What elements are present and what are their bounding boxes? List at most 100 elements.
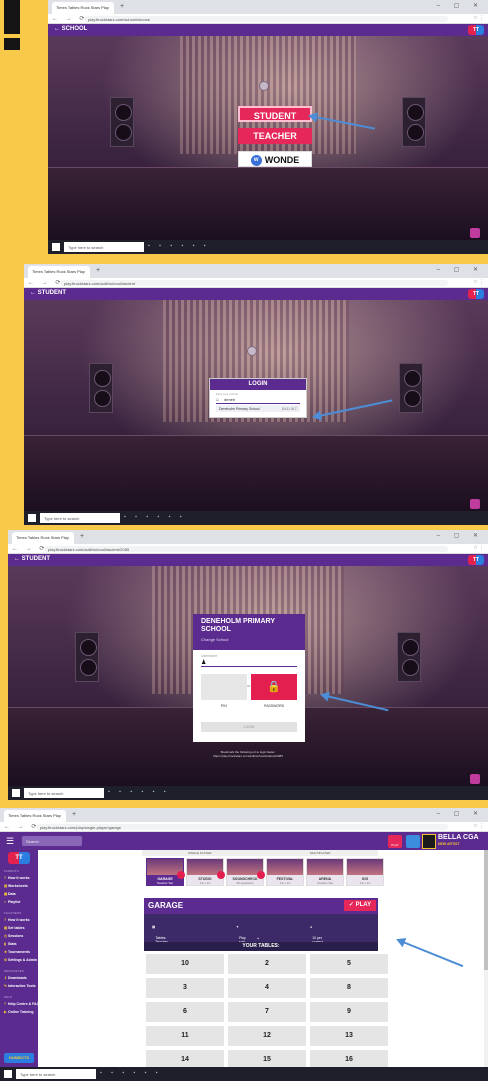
teacher-button[interactable]: TEACHER (238, 128, 312, 144)
table-cell[interactable]: 9 (310, 1002, 388, 1022)
taskbar-apps-icon[interactable]: ▪ ▪ ▪ ▪ ▪ ▪ (148, 243, 210, 249)
back-to-school-button[interactable]: ← SCHOOL (54, 26, 87, 32)
password-option[interactable]: 🔒 (251, 674, 297, 700)
play-gift-button[interactable]: PLAY (388, 835, 402, 848)
browser-tab[interactable]: Times Tables Rock Stars Play (52, 2, 114, 14)
numbots-badge[interactable]: NUMBOTS (4, 1053, 34, 1063)
table-cell[interactable]: 6 (146, 1002, 224, 1022)
pin-option[interactable] (201, 674, 247, 700)
venue-soundcheck[interactable]: SOUNDCHECK 25 questions (226, 858, 265, 886)
hamburger-menu-icon[interactable]: ☰ (6, 836, 14, 847)
bookmark-url[interactable]: https://play.ttrockstars.com/auth/school… (208, 754, 288, 758)
sidebar-item-downloads[interactable]: ⇩Downloads (4, 976, 27, 980)
taskbar-search[interactable]: Type here to search (64, 242, 144, 252)
browser-tab[interactable]: Times Tables Rock Stars Play (4, 810, 66, 822)
table-cell[interactable]: 4 (228, 978, 306, 998)
browser-menu-icon[interactable]: ☆ ⋮ (473, 823, 484, 829)
address-bar[interactable]: play.ttrockstars.com/school/choose (84, 16, 448, 22)
window-controls[interactable]: – ▢ ✕ (437, 266, 484, 273)
windows-start-icon[interactable] (12, 789, 20, 797)
table-cell[interactable]: 2 (228, 954, 306, 974)
corner-icon[interactable] (470, 774, 480, 784)
nav-arrows-icon[interactable]: ← → ⟳ (12, 545, 47, 552)
sidebar-item-settings-admin[interactable]: ⚙Settings & Admin (4, 958, 37, 962)
new-tab-icon[interactable]: + (120, 3, 124, 10)
venue-arena[interactable]: ARENA Teacher Set (306, 858, 344, 886)
edit-icon[interactable] (177, 871, 185, 879)
rockstar-avatar[interactable] (422, 834, 436, 849)
table-cell[interactable]: 10 (146, 954, 224, 974)
browser-menu-icon[interactable]: ☆ ⋮ (473, 15, 484, 21)
sidebar-item-interactive-tools[interactable]: ✎Interactive Tools (4, 984, 36, 988)
window-controls[interactable]: – ▢ ✕ (437, 532, 484, 539)
tables-option[interactable]: ▦ Tables: Teacher Set (152, 925, 168, 948)
venue-studio[interactable]: STUDIO 12 × 12 (186, 858, 225, 886)
school-suggestion[interactable]: Deneholm Primary School DA11 8LT (216, 405, 300, 412)
table-cell[interactable]: 8 (310, 978, 388, 998)
table-cell[interactable]: 7 (228, 1002, 306, 1022)
address-bar[interactable]: play.ttrockstars.com/auth/school/student (60, 280, 448, 286)
nav-arrows-icon[interactable]: ← → ⟳ (4, 823, 39, 830)
change-school-link[interactable]: Change School (201, 637, 297, 642)
corner-icon[interactable] (470, 228, 480, 238)
taskbar-search[interactable]: Type here to search (40, 513, 120, 523)
taskbar-search[interactable]: Type here to search (24, 788, 104, 798)
login-button[interactable]: LOGIN (201, 722, 297, 732)
table-cell[interactable]: 5 (310, 954, 388, 974)
search-input[interactable]: Search (22, 836, 82, 846)
browser-menu-icon[interactable]: ☆ ⋮ (473, 545, 484, 551)
window-controls[interactable]: – ▢ ✕ (437, 2, 484, 9)
sidebar-item-online-training[interactable]: ▶Online Training (4, 1010, 33, 1014)
sidebar-item-set-tables[interactable]: ▤Set tables (4, 926, 25, 930)
sidebar-item-sessions[interactable]: ◷Sessions (4, 934, 23, 938)
taskbar-apps-icon[interactable]: ▪ ▪ ▪ ▪ ▪ ▪ (124, 514, 186, 520)
scrollbar[interactable] (484, 850, 488, 1067)
nav-arrows-icon[interactable]: ← → ⟳ (28, 279, 63, 286)
taskbar-search[interactable]: Type here to search (16, 1069, 96, 1079)
corner-icon[interactable] (470, 499, 480, 509)
sidebar-item-tournaments[interactable]: ★Tournaments (4, 950, 30, 954)
windows-start-icon[interactable] (52, 243, 60, 251)
taskbar-apps-icon[interactable]: ▪ ▪ ▪ ▪ ▪ ▪ (108, 789, 170, 795)
window-controls[interactable]: – ▢ ✕ (437, 810, 484, 817)
wonde-button[interactable]: w WONDE (238, 151, 312, 167)
table-cell[interactable]: 11 (146, 1026, 224, 1046)
school-search-input[interactable]: ⌂ deneh (216, 397, 300, 404)
taskbar-apps-icon[interactable]: ▪ ▪ ▪ ▪ ▪ ▪ (100, 1070, 162, 1076)
address-bar[interactable]: play.ttrockstars.com/play/single-player/… (36, 824, 448, 830)
new-tab-icon[interactable]: + (72, 811, 76, 818)
venue-festival[interactable]: FESTIVAL 12 × 12 (266, 858, 304, 886)
nav-arrows-icon[interactable]: ← → ⟳ (52, 15, 87, 22)
table-cell[interactable]: 12 (228, 1026, 306, 1046)
address-bar[interactable]: play.ttrockstars.com/auth/school/student… (44, 546, 448, 552)
browser-tab[interactable]: Times Tables Rock Stars Play (12, 532, 74, 544)
browser-menu-icon[interactable]: ☆ ⋮ (473, 279, 484, 285)
table-cell[interactable]: 13 (310, 1026, 388, 1046)
sidebar-item-playlist[interactable]: ≡ Playlist (4, 900, 20, 904)
new-tab-icon[interactable]: + (80, 533, 84, 540)
sidebar-item-data[interactable]: ▦Data (4, 892, 16, 896)
edit-icon[interactable] (257, 871, 265, 879)
username-field[interactable]: ♟ (201, 659, 297, 667)
table-cell[interactable]: 3 (146, 978, 224, 998)
windows-start-icon[interactable] (28, 514, 36, 522)
play-button[interactable]: ✓ PLAY (344, 900, 376, 911)
browser-tab[interactable]: Times Tables Rock Stars Play (28, 266, 90, 278)
avatar-icon[interactable] (406, 835, 420, 848)
sidebar-item-how-it-works-teachers[interactable]: ? How it works (4, 918, 30, 922)
expand-chevron-icon[interactable]: ⌄ (256, 935, 260, 941)
back-to-student-button[interactable]: ← STUDENT (30, 290, 66, 296)
sidebar-item-stats[interactable]: ▮ Stats (4, 942, 17, 946)
student-button[interactable]: STUDENT (238, 106, 312, 122)
edit-icon[interactable] (217, 871, 225, 879)
back-to-student-button[interactable]: ← STUDENT (14, 556, 50, 562)
sidebar-item-worksheets[interactable]: ▤Worksheets (4, 884, 28, 888)
scrollbar-thumb[interactable] (484, 850, 488, 970)
new-tab-icon[interactable]: + (96, 267, 100, 274)
windows-start-icon[interactable] (4, 1070, 12, 1078)
play-solo-option[interactable]: ✦ Play solo (236, 925, 246, 944)
sidebar-item-how-it-works[interactable]: ? How it works (4, 876, 30, 880)
venue-garage[interactable]: GARAGE Teacher Set (146, 858, 185, 886)
venue-gig[interactable]: GIG 12 × 12 (346, 858, 384, 886)
sidebar-item-help-centre[interactable]: ? Help Centre & FAQs (4, 1002, 41, 1006)
